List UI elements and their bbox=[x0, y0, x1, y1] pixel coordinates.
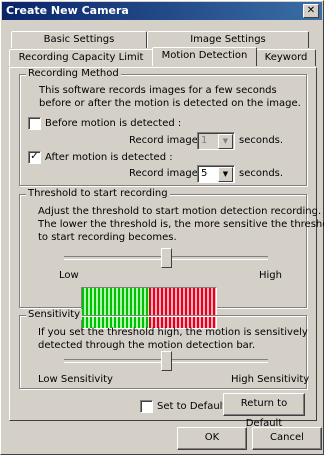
before-motion-checkbox[interactable] bbox=[28, 117, 41, 130]
sensitivity-high-label: High Sensitivity bbox=[231, 374, 310, 385]
before-seconds-value: 1 bbox=[201, 135, 208, 146]
recording-method-legend: Recording Method bbox=[26, 68, 121, 79]
sensitivity-slider-thumb[interactable] bbox=[161, 351, 172, 371]
after-motion-checkbox[interactable]: ✓ bbox=[28, 151, 41, 164]
sensitivity-description-1: If you set the threshold high, the motio… bbox=[38, 327, 308, 338]
tab-motion-detection[interactable]: Motion Detection bbox=[152, 47, 257, 66]
sensitivity-legend: Sensitivity bbox=[26, 309, 83, 320]
before-motion-label: Before motion is detected : bbox=[45, 118, 182, 129]
set-to-default-label: Set to Default bbox=[157, 401, 227, 412]
chevron-down-icon[interactable]: ▼ bbox=[218, 167, 233, 182]
cancel-button[interactable]: Cancel bbox=[252, 427, 322, 450]
return-to-default-button[interactable]: Return to Default bbox=[223, 393, 305, 429]
threshold-low-label: Low bbox=[59, 270, 79, 281]
after-motion-label: After motion is detected : bbox=[45, 152, 173, 163]
tab-recording-capacity-limit[interactable]: Recording Capacity Limit bbox=[9, 49, 153, 66]
dialog-title: Create New Camera bbox=[6, 4, 129, 17]
tab-basic-settings[interactable]: Basic Settings bbox=[11, 31, 147, 48]
tab-image-settings[interactable]: Image Settings bbox=[147, 31, 309, 48]
after-seconds-unit: seconds. bbox=[239, 168, 284, 179]
tab-keyword[interactable]: Keyword bbox=[256, 49, 316, 66]
after-seconds-select[interactable]: 5 ▼ bbox=[197, 165, 235, 183]
create-camera-dialog: Create New Camera ✕ Basic Settings Image… bbox=[0, 0, 324, 455]
sensitivity-description-2: detected through the motion detection ba… bbox=[38, 340, 256, 351]
before-seconds-unit: seconds. bbox=[239, 135, 284, 146]
set-to-default-checkbox[interactable] bbox=[140, 400, 153, 413]
recording-method-description-2: before or after the motion is detected o… bbox=[39, 98, 301, 109]
ok-button[interactable]: OK bbox=[177, 427, 247, 450]
threshold-slider-thumb[interactable] bbox=[161, 248, 172, 268]
threshold-description-1: Adjust the threshold to start motion det… bbox=[38, 206, 322, 217]
close-icon[interactable]: ✕ bbox=[303, 4, 319, 18]
threshold-description-2: The lower the threshold is, the more sen… bbox=[38, 219, 324, 230]
before-seconds-select[interactable]: 1 ▼ bbox=[197, 132, 235, 150]
title-bar[interactable]: Create New Camera ✕ bbox=[2, 2, 322, 20]
sensitivity-low-label: Low Sensitivity bbox=[38, 374, 113, 385]
threshold-description-3: to start recording becomes. bbox=[38, 232, 177, 243]
after-seconds-value: 5 bbox=[201, 168, 208, 179]
recording-method-description-1: This software records images for a few s… bbox=[39, 85, 277, 96]
threshold-high-label: High bbox=[259, 270, 282, 281]
threshold-legend: Threshold to start recording bbox=[26, 188, 170, 199]
chevron-down-icon[interactable]: ▼ bbox=[218, 134, 233, 149]
